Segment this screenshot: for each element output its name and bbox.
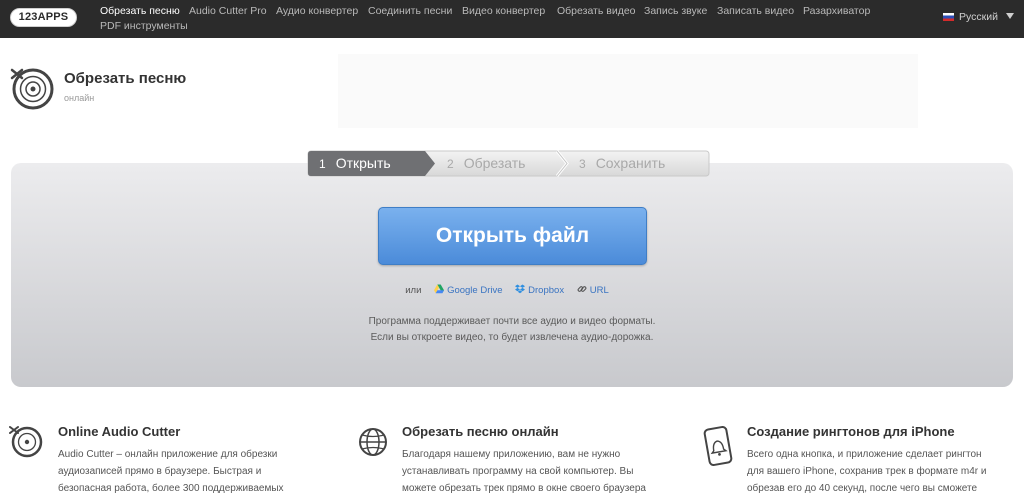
nav-item-record-video[interactable]: Записать видео: [717, 3, 794, 19]
vinyl-scissors-icon: [10, 68, 54, 110]
nav-item-audio-converter[interactable]: Аудио конвертер: [276, 3, 358, 19]
nav-item-cut-song[interactable]: Обрезать песню: [100, 3, 180, 19]
ad-banner-area: [338, 54, 918, 128]
vinyl-scissors-icon: [9, 426, 43, 458]
nav-item-join-songs[interactable]: Соединить песни: [368, 3, 452, 19]
formats-line-2: Если вы откроете видео, то будет извлече…: [370, 332, 654, 343]
feature-text-cut-song-online: Благодаря нашему приложению, вам не нужн…: [402, 449, 646, 494]
feature-title-cut-song-online: Обрезать песню онлайн: [402, 424, 559, 439]
top-navbar: 123APPS Обрезать песню Audio Cutter Pro …: [0, 0, 1024, 38]
feature-text-iphone-ringtones: Всего одна кнопка, и приложение сделает …: [747, 449, 987, 494]
google-drive-label: Google Drive: [447, 285, 503, 296]
dropbox-link[interactable]: Dropbox: [515, 284, 567, 296]
open-file-button[interactable]: Открыть файл: [378, 207, 647, 265]
google-drive-icon: [434, 284, 445, 294]
nav-item-video-converter[interactable]: Видео конвертер: [462, 3, 545, 19]
nav-item-record-audio[interactable]: Запись звуке: [644, 3, 707, 19]
russia-flag-icon: [943, 13, 955, 21]
feature-title-online-audio-cutter: Online Audio Cutter: [58, 424, 181, 439]
phone-bell-icon: [703, 426, 733, 466]
url-link[interactable]: URL: [577, 285, 609, 296]
nav-item-cut-video[interactable]: Обрезать видео: [557, 3, 636, 19]
url-label: URL: [589, 285, 609, 296]
step-cut: 2 Обрезать: [447, 155, 526, 171]
formats-line-1: Программа поддерживает почти все аудио и…: [368, 316, 656, 327]
dropbox-label: Dropbox: [528, 285, 565, 296]
upload-panel: Открыть файл или Google Drive Dropbox UR…: [11, 163, 1013, 387]
language-label: Русский: [959, 11, 998, 23]
nav-item-pdf-tools[interactable]: PDF инструменты: [100, 18, 188, 34]
caret-down-icon: [1006, 13, 1014, 19]
brand-logo[interactable]: 123APPS: [10, 8, 77, 27]
file-sources: или Google Drive Dropbox URL: [11, 284, 1013, 296]
step-save: 3 Сохранить: [579, 155, 666, 171]
app-subtitle: онлайн: [64, 93, 95, 103]
link-icon: [577, 286, 587, 292]
language-selector[interactable]: Русский: [943, 9, 1014, 25]
steps-indicator: 1 Открыть 2 Обрезать 3 Сохранить: [307, 150, 710, 177]
nav-item-unarchiver[interactable]: Разархиватор: [803, 3, 870, 19]
globe-icon: [359, 428, 387, 456]
step-open: 1 Открыть: [319, 155, 391, 171]
supported-formats-text: Программа поддерживает почти все аудио и…: [11, 314, 1013, 346]
app-title: Обрезать песню: [64, 70, 187, 87]
or-label: или: [405, 285, 422, 296]
nav-item-audio-cutter-pro[interactable]: Audio Cutter Pro: [189, 3, 267, 19]
google-drive-link[interactable]: Google Drive: [434, 284, 505, 296]
dropbox-icon: [515, 284, 526, 294]
feature-title-iphone-ringtones: Создание рингтонов для iPhone: [747, 424, 955, 439]
feature-text-online-audio-cutter: Audio Cutter – онлайн приложение для обр…: [58, 449, 284, 494]
